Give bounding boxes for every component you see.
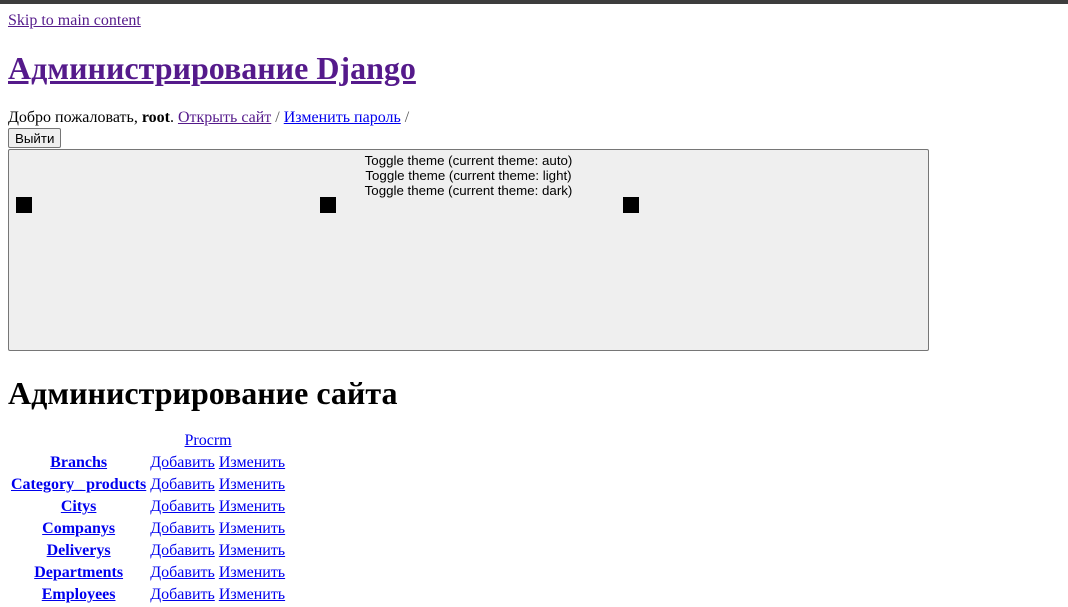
separator: / bbox=[404, 109, 410, 126]
user-tools: Добро пожаловать, root. Открыть сайт / И… bbox=[8, 108, 1068, 148]
app-caption: Procrm bbox=[8, 431, 288, 451]
add-link[interactable]: Добавить bbox=[150, 520, 215, 537]
welcome-text: Добро пожаловать, bbox=[8, 109, 138, 126]
theme-light-icon bbox=[320, 197, 336, 213]
add-link[interactable]: Добавить bbox=[150, 586, 215, 603]
username: root bbox=[141, 109, 170, 126]
change-link[interactable]: Изменить bbox=[219, 476, 285, 493]
model-link[interactable]: Branchs bbox=[50, 454, 107, 471]
theme-toggle-labels: Toggle theme (current theme: auto) Toggl… bbox=[9, 153, 928, 198]
change-link[interactable]: Изменить bbox=[219, 586, 285, 603]
theme-auto-icon bbox=[16, 197, 32, 213]
change-link[interactable]: Изменить bbox=[219, 454, 285, 471]
theme-label-auto: Toggle theme (current theme: auto) bbox=[364, 153, 573, 168]
app-module-table: Procrm Branchs Добавить Изменить Categor… bbox=[8, 431, 288, 607]
model-link[interactable]: Employees bbox=[42, 586, 116, 603]
table-row: Category_ products Добавить Изменить bbox=[10, 475, 286, 495]
table-row: Citys Добавить Изменить bbox=[10, 497, 286, 517]
app-link-procrm[interactable]: Procrm bbox=[185, 432, 232, 449]
table-row: Employees Добавить Изменить bbox=[10, 585, 286, 605]
view-site-link[interactable]: Открыть сайт bbox=[178, 109, 271, 126]
logout-button[interactable]: Выйти bbox=[8, 128, 62, 148]
add-link[interactable]: Добавить bbox=[150, 498, 215, 515]
add-link[interactable]: Добавить bbox=[150, 542, 215, 559]
theme-label-dark: Toggle theme (current theme: dark) bbox=[364, 183, 573, 198]
model-link[interactable]: Departments bbox=[34, 564, 123, 581]
site-title-link[interactable]: Администрирование Django bbox=[8, 50, 416, 86]
page-wrapper: Skip to main content Администрирование D… bbox=[0, 4, 1068, 148]
theme-toggle-button[interactable]: Toggle theme (current theme: auto) Toggl… bbox=[8, 149, 929, 351]
model-link[interactable]: Deliverys bbox=[47, 542, 111, 559]
table-row: Companys Добавить Изменить bbox=[10, 519, 286, 539]
table-row: Branchs Добавить Изменить bbox=[10, 453, 286, 473]
skip-to-content-link[interactable]: Skip to main content bbox=[8, 12, 141, 30]
theme-dark-icon bbox=[623, 197, 639, 213]
page-title: Администрирование сайта bbox=[8, 375, 398, 411]
model-link[interactable]: Category_ products bbox=[11, 476, 146, 493]
site-branding: Администрирование Django bbox=[8, 50, 1068, 86]
change-link[interactable]: Изменить bbox=[219, 520, 285, 537]
model-link[interactable]: Citys bbox=[61, 498, 97, 515]
theme-label-light: Toggle theme (current theme: light) bbox=[365, 168, 572, 183]
change-link[interactable]: Изменить bbox=[219, 498, 285, 515]
change-link[interactable]: Изменить bbox=[219, 542, 285, 559]
add-link[interactable]: Добавить bbox=[150, 564, 215, 581]
add-link[interactable]: Добавить bbox=[150, 454, 215, 471]
separator: / bbox=[275, 109, 280, 126]
change-password-link[interactable]: Изменить пароль bbox=[284, 109, 401, 126]
table-row: Deliverys Добавить Изменить bbox=[10, 541, 286, 561]
model-link[interactable]: Companys bbox=[42, 520, 115, 537]
add-link[interactable]: Добавить bbox=[150, 476, 215, 493]
table-row: Departments Добавить Изменить bbox=[10, 563, 286, 583]
change-link[interactable]: Изменить bbox=[219, 564, 285, 581]
